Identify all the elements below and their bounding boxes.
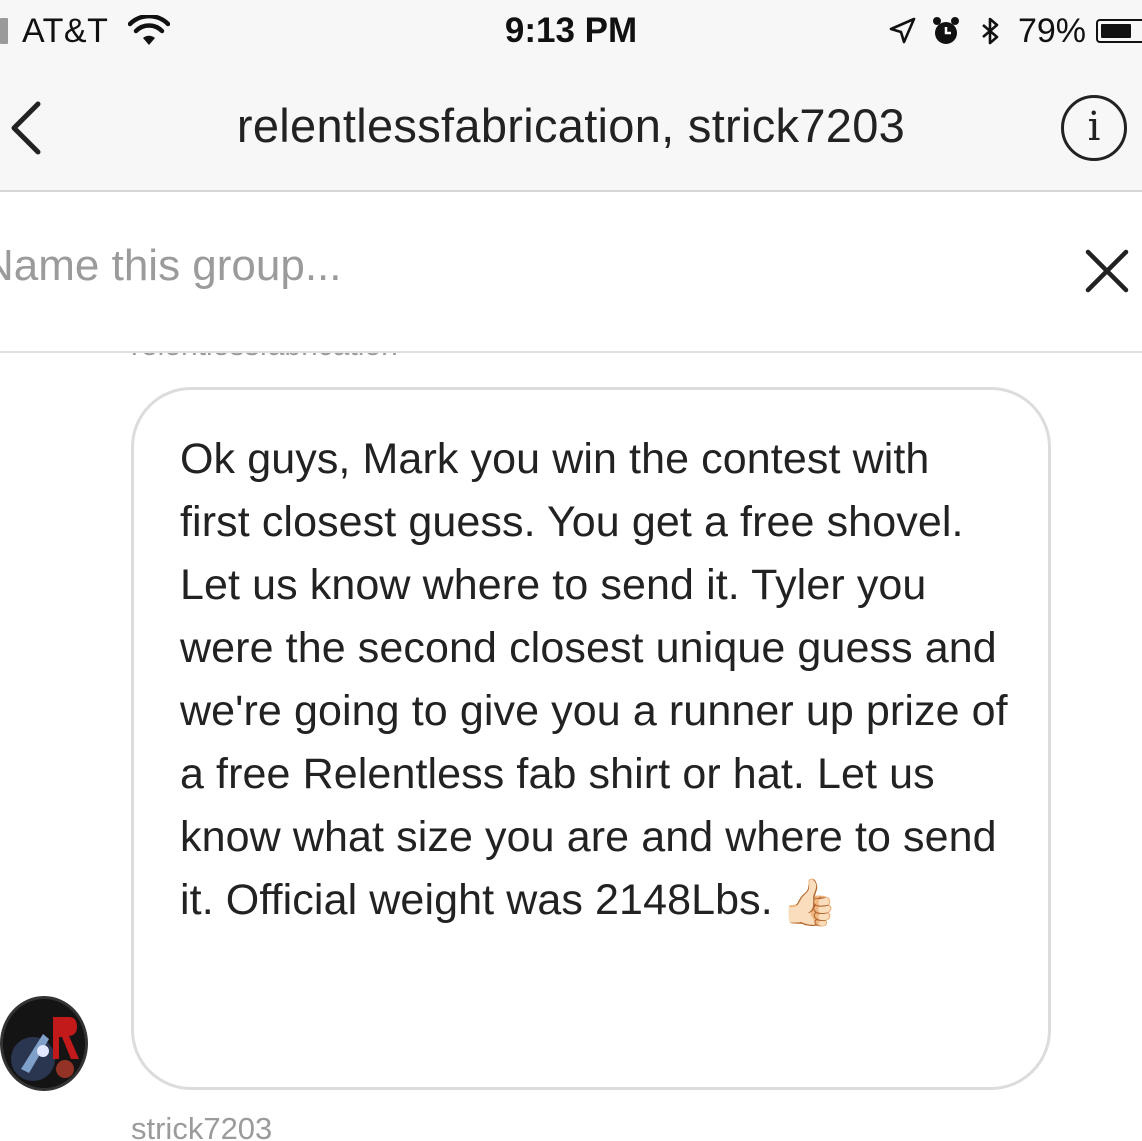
thumbs-up-icon: 👍🏻 bbox=[780, 876, 839, 928]
status-bar: AT&T 9:13 PM 79% bbox=[0, 0, 1142, 62]
message-list[interactable]: relentlessfabrication Ok guys, Mark you … bbox=[0, 353, 1142, 1141]
info-icon: i bbox=[1087, 104, 1101, 150]
avatar-image bbox=[3, 999, 85, 1088]
bluetooth-icon bbox=[982, 17, 999, 45]
message-sender-name: relentlessfabrication bbox=[131, 353, 398, 363]
back-button[interactable] bbox=[6, 100, 46, 156]
nav-bar: relentlessfabrication, strick7203 bbox=[0, 62, 1142, 192]
alarm-icon bbox=[932, 17, 959, 44]
group-name-row bbox=[0, 192, 1142, 353]
message-body: Ok guys, Mark you win the contest with f… bbox=[180, 435, 1020, 924]
battery-percent: 79% bbox=[1017, 11, 1086, 50]
message-bubble[interactable]: Ok guys, Mark you win the contest with f… bbox=[131, 387, 1051, 1090]
dm-thread-screen: AT&T 9:13 PM 79% relentlessfabrication, … bbox=[0, 0, 1142, 1141]
battery-icon bbox=[1096, 19, 1142, 43]
info-button[interactable]: i bbox=[1061, 95, 1127, 161]
avatar[interactable] bbox=[0, 996, 88, 1091]
message-text: Ok guys, Mark you win the contest with f… bbox=[180, 428, 1008, 934]
location-arrow-icon bbox=[889, 17, 916, 44]
next-sender-name: strick7203 bbox=[131, 1111, 273, 1141]
close-icon[interactable] bbox=[1084, 248, 1130, 294]
group-name-input[interactable] bbox=[0, 236, 982, 296]
thread-title: relentlessfabrication, strick7203 bbox=[236, 99, 906, 152]
status-right: 79% bbox=[874, 10, 1142, 52]
